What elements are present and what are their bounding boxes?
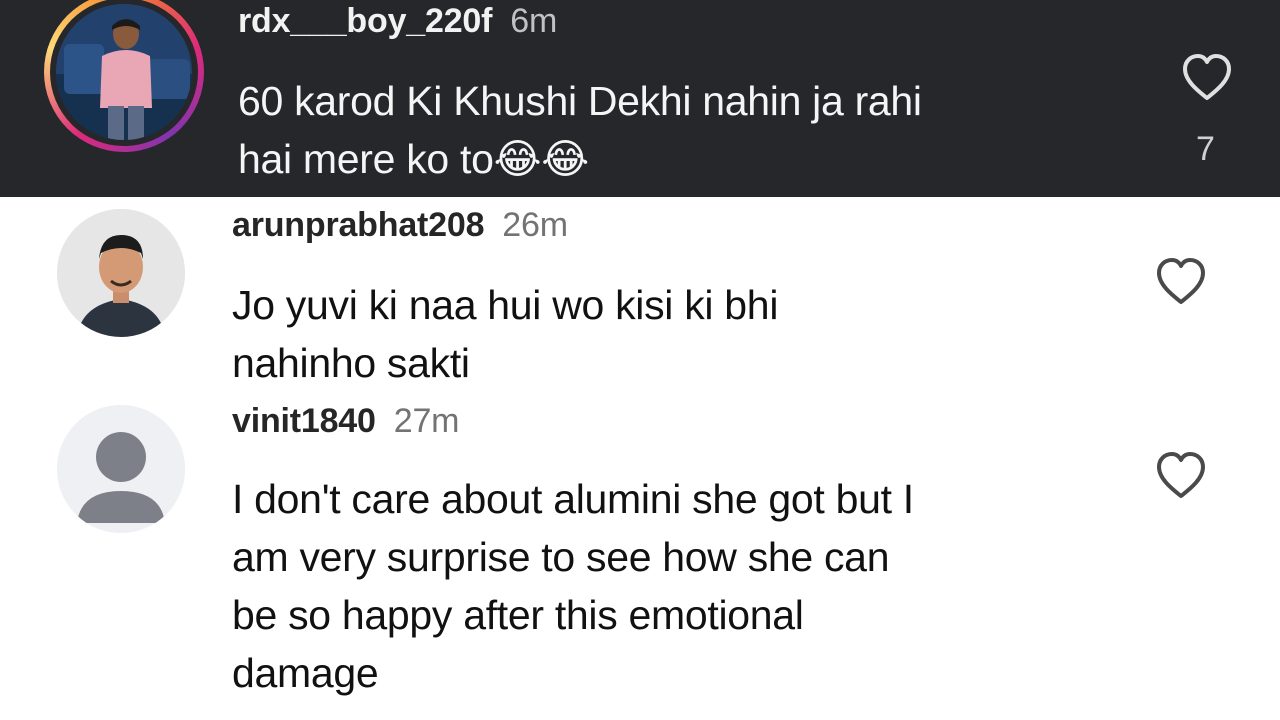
username-text[interactable]: vinit1840 [232, 402, 376, 440]
comment-item-1: rdx___boy_220f 6m 60 karod Ki Khushi Dekh… [0, 0, 1280, 197]
comment-text: 60 karod Ki Khushi Dekhi nahin ja rahi h… [238, 72, 922, 188]
comment-text-line: damage [232, 650, 379, 696]
person-silhouette-icon [57, 405, 185, 533]
comment-username[interactable]: arunprabhat208 26m [232, 206, 568, 245]
username-text[interactable]: rdx___boy_220f [238, 2, 492, 40]
avatar[interactable] [56, 4, 192, 140]
comment-username[interactable]: rdx___boy_220f 6m [238, 2, 557, 41]
comment-text-line: 60 karod Ki Khushi Dekhi nahin ja rahi [238, 78, 922, 124]
comment-username[interactable]: vinit1840 27m [232, 402, 459, 441]
comment-text: Jo yuvi ki naa hui wo kisi ki bhi nahinh… [232, 276, 778, 392]
comment-text: I don't care about alumini she got but I… [232, 470, 914, 702]
comment-text-line: hai mere ko to [238, 136, 494, 182]
username-text[interactable]: arunprabhat208 [232, 206, 484, 244]
comment-text-line: nahinho sakti [232, 340, 470, 386]
default-avatar[interactable] [57, 405, 185, 533]
comment-text-line: Jo yuvi ki naa hui wo kisi ki bhi [232, 282, 779, 328]
like-count[interactable]: 7 [1196, 130, 1215, 169]
heart-outline-icon[interactable] [1153, 450, 1209, 500]
avatar[interactable] [57, 209, 185, 337]
comment-timestamp: 6m [510, 2, 558, 40]
comment-timestamp: 26m [502, 206, 568, 244]
comment-timestamp: 27m [393, 402, 460, 440]
comment-text-line: am very surprise to see how she can [232, 534, 890, 580]
heart-outline-icon[interactable] [1179, 52, 1235, 102]
heart-outline-icon[interactable] [1153, 256, 1209, 306]
comment-text-line: I don't care about alumini she got but I [232, 476, 914, 522]
laughing-emoji-icon: 😂😂 [493, 136, 590, 182]
comment-text-line: be so happy after this emotional [232, 592, 804, 638]
